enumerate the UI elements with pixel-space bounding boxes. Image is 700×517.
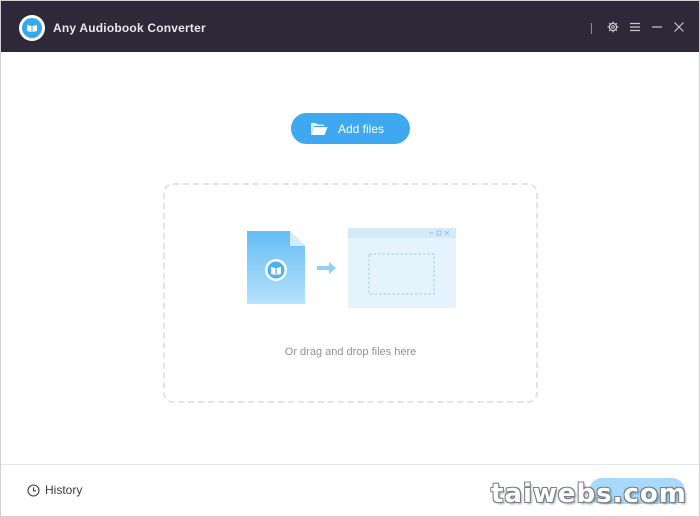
minimize-button[interactable] [649,19,665,35]
close-icon [674,22,684,32]
settings-button[interactable] [605,19,621,35]
footer-bar: History taiwebs.com [1,464,699,516]
app-window: Any Audiobook Converter Add files Or dra… [0,0,700,517]
app-window-icon [348,228,456,308]
menu-button[interactable] [627,19,643,35]
history-label: History [45,483,83,497]
audiobook-logo-icon [22,18,42,38]
add-files-button[interactable]: Add files [291,113,410,144]
folder-open-icon [311,123,328,135]
settings-icon [607,21,619,33]
app-logo [19,15,45,41]
add-files-label: Add files [338,122,385,136]
drop-hint: Or drag and drop files here [284,346,417,358]
arrow-right-icon [317,262,336,274]
drop-zone[interactable]: Or drag and drop files here [163,183,538,403]
clock-icon [27,483,40,497]
title-bar: Any Audiobook Converter [1,1,699,52]
close-button[interactable] [671,19,687,35]
history-button[interactable]: History [27,483,82,497]
audiobook-file-icon [247,231,305,304]
main-content: Add files Or drag and drop files here [1,52,699,464]
titlebar-divider [591,23,592,34]
watermark-text: taiwebs.com [491,479,687,509]
menu-icon [630,22,640,32]
minimize-icon [652,26,662,28]
app-title: Any Audiobook Converter [53,21,206,35]
drag-drop-illustration [247,228,456,308]
